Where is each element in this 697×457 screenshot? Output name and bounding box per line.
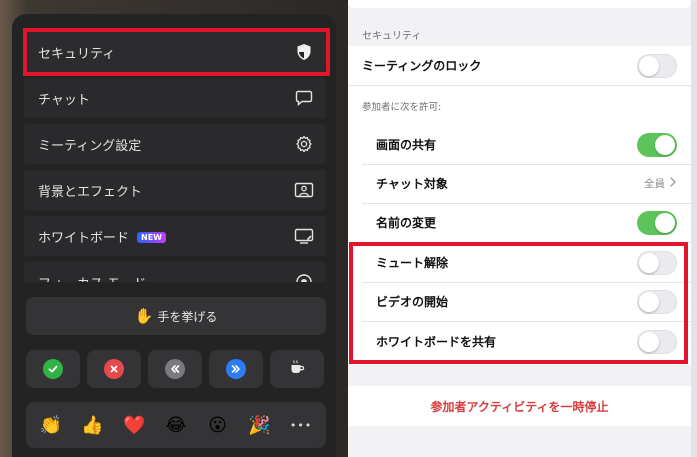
reaction-no-button[interactable] bbox=[87, 350, 141, 388]
share-screen-row: 画面の共有 bbox=[348, 125, 691, 164]
reaction-faster-button[interactable] bbox=[209, 350, 263, 388]
lock-meeting-label: ミーティングのロック bbox=[362, 59, 482, 73]
toggle-knob bbox=[655, 134, 675, 155]
portrait-frame-icon bbox=[294, 180, 314, 200]
toggle-knob bbox=[639, 55, 659, 76]
unmute-toggle[interactable] bbox=[637, 250, 677, 275]
menu-item-whiteboard-label: ホワイトボード bbox=[38, 230, 130, 246]
coffee-cup-icon bbox=[288, 358, 306, 380]
chat-with-label: チャット対象 bbox=[376, 177, 448, 191]
start-video-row: ビデオの開始 bbox=[348, 282, 691, 321]
raise-hand-button[interactable]: ✋ 手を挙げる bbox=[26, 297, 326, 335]
start-video-toggle[interactable] bbox=[637, 289, 677, 314]
party-popper-emoji-button[interactable]: 🎉 bbox=[244, 410, 274, 440]
toggle-knob bbox=[655, 212, 675, 233]
share-whiteboard-label: ホワイトボードを共有 bbox=[376, 335, 497, 349]
menu-item-meeting-settings-label: ミーティング設定 bbox=[38, 138, 142, 154]
chat-with-row[interactable]: チャット対象 全員 bbox=[348, 164, 691, 203]
raised-hand-icon: ✋ bbox=[134, 307, 154, 325]
menu-item-security[interactable]: セキュリティ bbox=[24, 32, 326, 72]
more-emoji-button[interactable]: ••• bbox=[286, 410, 316, 440]
new-badge: NEW bbox=[137, 231, 166, 243]
meeting-more-menu-panel: セキュリティ チャット ミーティング設定 背景とエフェクト ホワイトボード NE… bbox=[0, 0, 348, 457]
lock-meeting-row: ミーティングのロック bbox=[348, 46, 691, 85]
tears-of-joy-emoji-button[interactable]: 😂 bbox=[161, 410, 191, 440]
no-x-icon bbox=[104, 359, 124, 379]
surprised-emoji-button[interactable]: 😮 bbox=[203, 410, 233, 440]
reaction-coffee-button[interactable] bbox=[270, 350, 324, 388]
security-section-header: セキュリティ bbox=[362, 31, 422, 42]
reactions-sheet: ✋ 手を挙げる 👏 👍 ❤️ 😂 😮 🎉 ••• bbox=[12, 282, 336, 457]
raise-hand-label: 手を挙げる bbox=[157, 309, 218, 324]
reaction-yes-button[interactable] bbox=[26, 350, 80, 388]
toggle-knob bbox=[639, 291, 659, 312]
share-screen-label: 画面の共有 bbox=[376, 138, 437, 152]
share-whiteboard-row: ホワイトボードを共有 bbox=[348, 322, 691, 361]
emoji-reaction-bar: 👏 👍 ❤️ 😂 😮 🎉 ••• bbox=[26, 402, 326, 448]
slower-rewind-icon bbox=[165, 359, 185, 379]
faster-forward-icon bbox=[226, 359, 246, 379]
security-settings-panel: セキュリティ ミーティングのロック 参加者に次を許可: 画面の共有 チャット対象… bbox=[348, 0, 697, 457]
unmute-label: ミュート解除 bbox=[376, 256, 449, 270]
rename-label: 名前の変更 bbox=[376, 216, 437, 230]
share-screen-toggle[interactable] bbox=[637, 132, 677, 157]
top-card-edge bbox=[348, 0, 691, 8]
chevron-right-icon bbox=[669, 176, 677, 191]
toggle-knob bbox=[639, 331, 659, 352]
thumbs-up-emoji-button[interactable]: 👍 bbox=[78, 410, 108, 440]
clapping-hands-emoji-button[interactable]: 👏 bbox=[36, 410, 66, 440]
chat-with-value: 全員 bbox=[644, 178, 665, 190]
allow-participants-header: 参加者に次を許可: bbox=[362, 102, 442, 113]
rename-row: 名前の変更 bbox=[348, 203, 691, 242]
gear-icon bbox=[294, 134, 314, 154]
menu-item-whiteboard[interactable]: ホワイトボード NEW bbox=[24, 216, 326, 256]
whiteboard-icon bbox=[294, 226, 314, 246]
heart-emoji-button[interactable]: ❤️ bbox=[119, 410, 149, 440]
unmute-row: ミュート解除 bbox=[348, 243, 691, 282]
chat-bubble-icon bbox=[294, 88, 314, 108]
menu-item-security-label: セキュリティ bbox=[38, 46, 116, 62]
menu-item-meeting-settings[interactable]: ミーティング設定 bbox=[24, 124, 326, 164]
reaction-slower-button[interactable] bbox=[148, 350, 202, 388]
yes-check-icon bbox=[43, 359, 63, 379]
shield-icon bbox=[294, 42, 314, 62]
start-video-label: ビデオの開始 bbox=[376, 295, 449, 309]
toggle-knob bbox=[639, 252, 659, 273]
pause-participant-activities-button[interactable]: 参加者アクティビティを一時停止 bbox=[348, 386, 691, 426]
menu-item-chat-label: チャット bbox=[38, 92, 90, 108]
lock-meeting-toggle[interactable] bbox=[637, 53, 677, 78]
divider bbox=[348, 85, 691, 86]
menu-item-background-effects[interactable]: 背景とエフェクト bbox=[24, 170, 326, 210]
security-settings-list: ミーティングのロック 参加者に次を許可: 画面の共有 チャット対象 全員 名前の… bbox=[348, 46, 691, 365]
menu-item-chat[interactable]: チャット bbox=[24, 78, 326, 118]
menu-item-background-effects-label: 背景とエフェクト bbox=[38, 184, 143, 200]
share-whiteboard-toggle[interactable] bbox=[637, 329, 677, 354]
rename-toggle[interactable] bbox=[637, 210, 677, 235]
scroll-edge bbox=[691, 0, 697, 457]
